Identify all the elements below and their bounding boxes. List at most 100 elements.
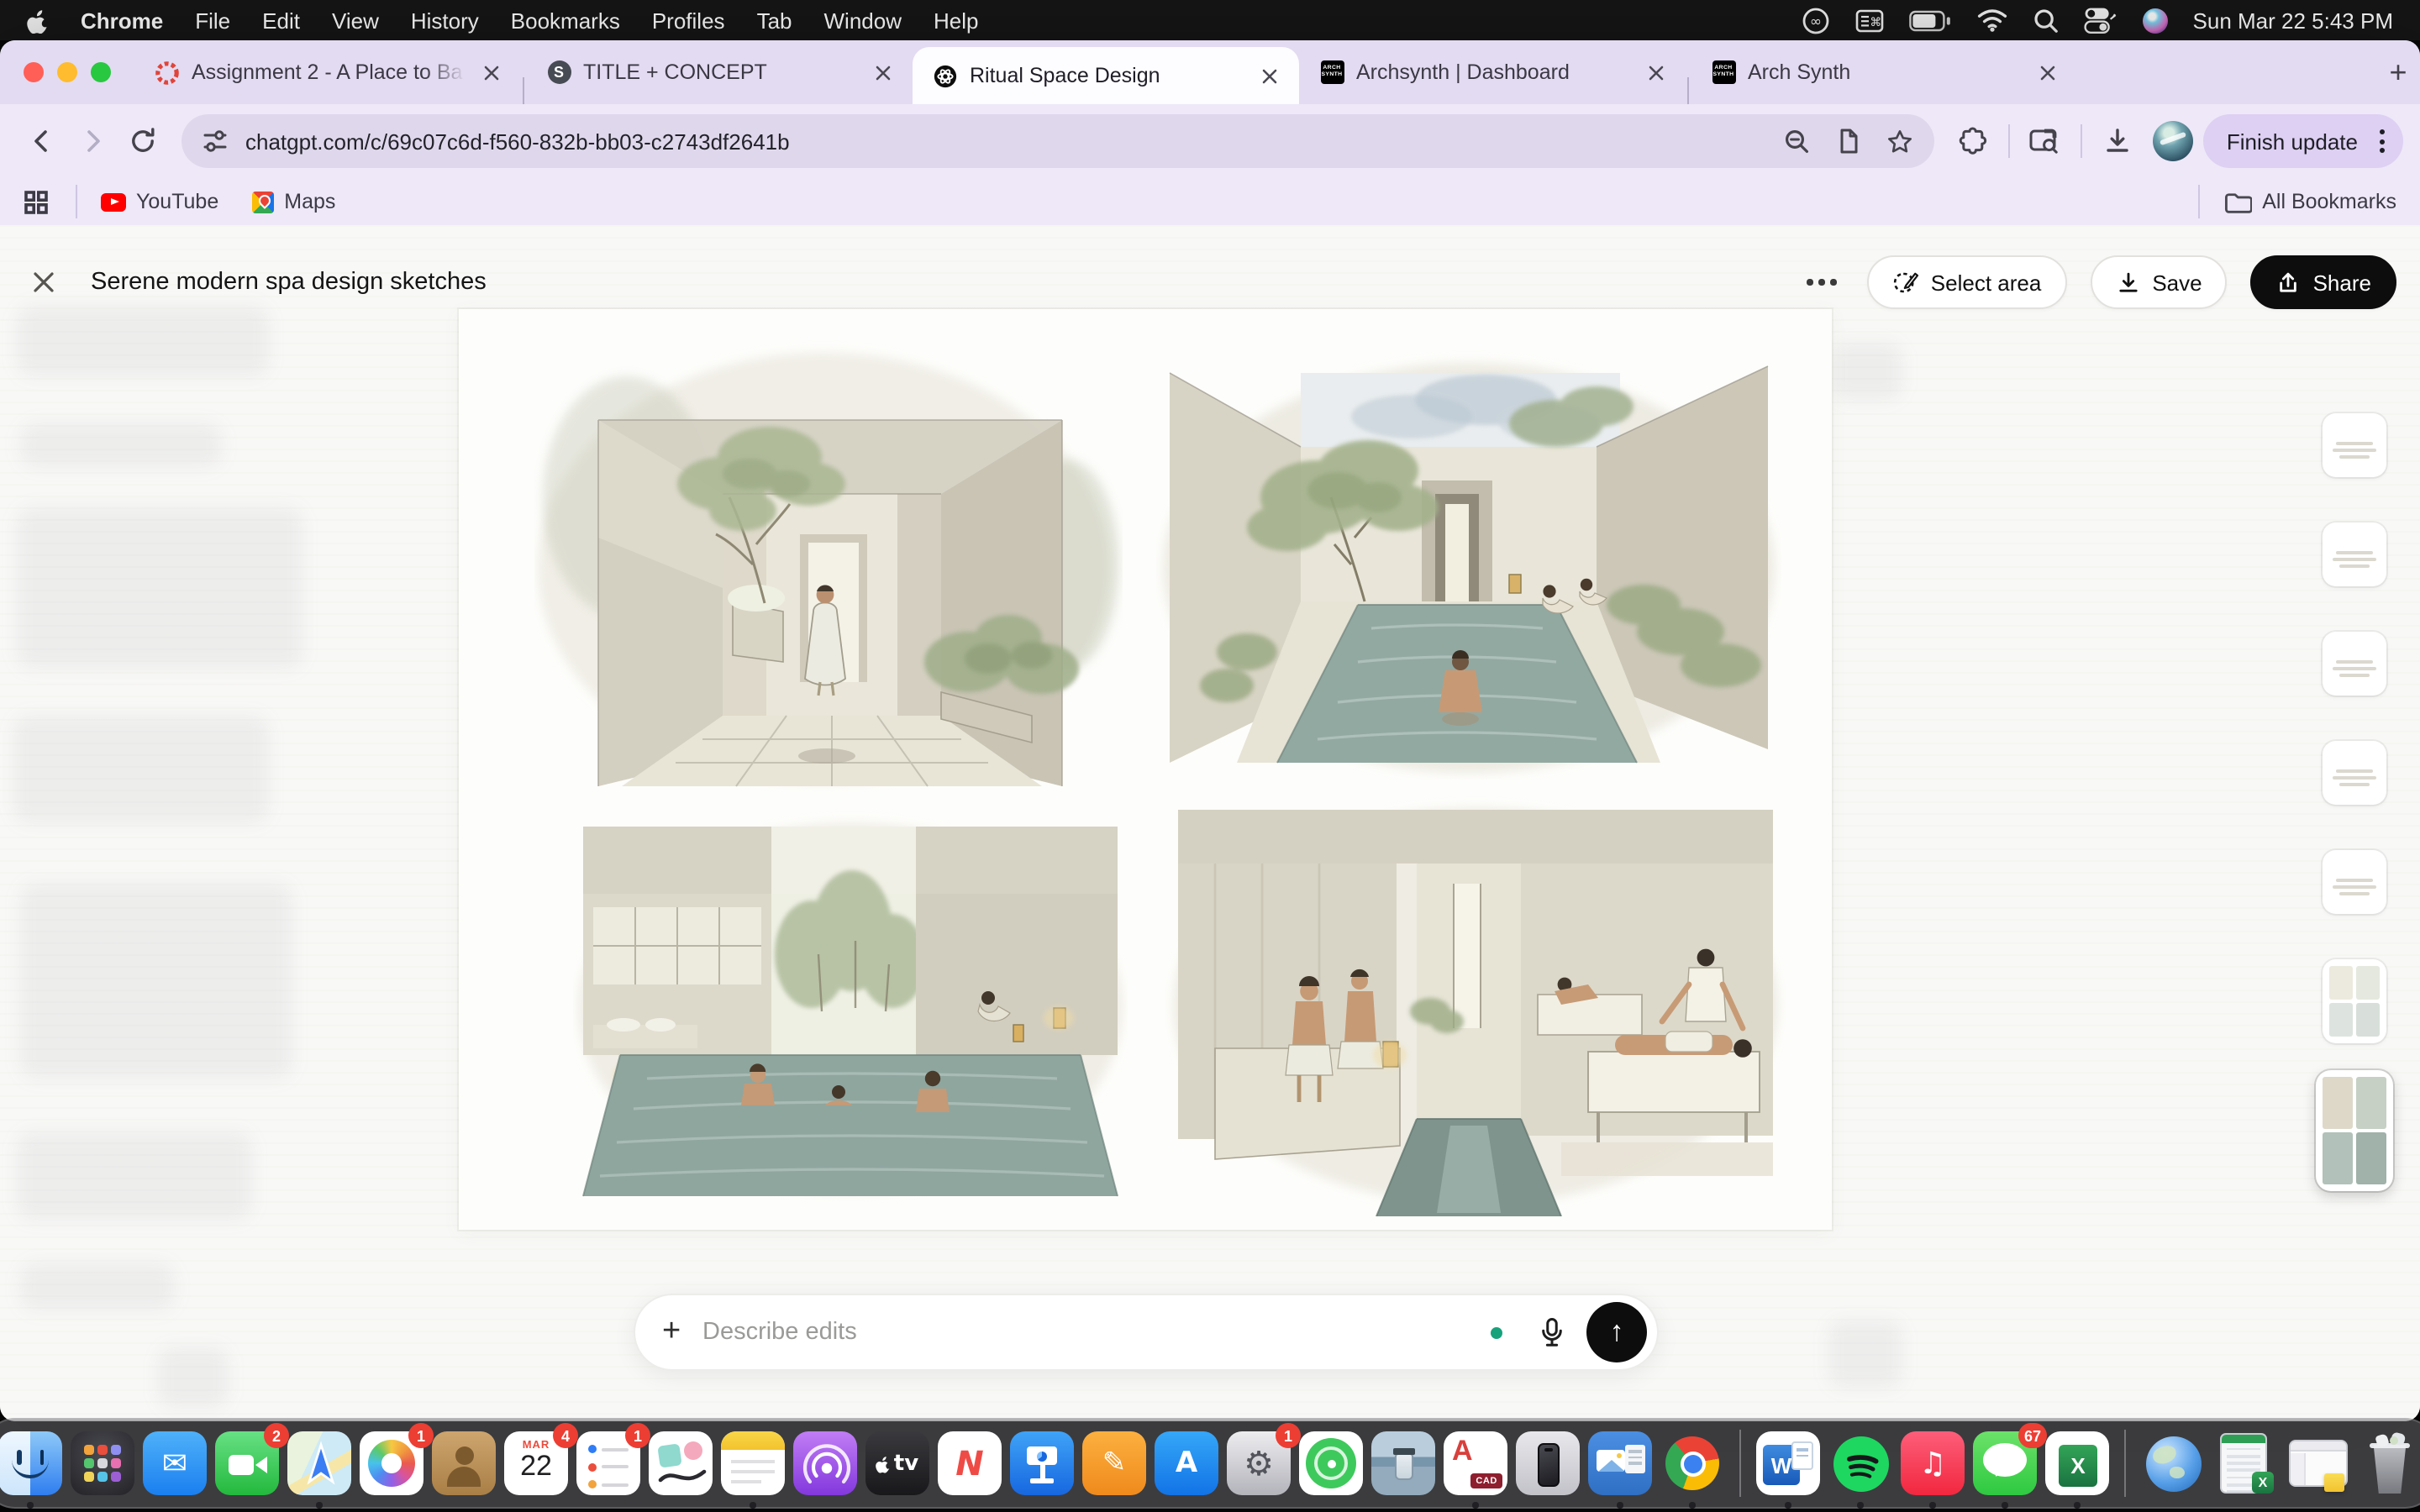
tab-close-icon[interactable]: [1255, 62, 1282, 89]
dock-excel-document-window-icon[interactable]: X: [2212, 1430, 2279, 1497]
add-attachment-icon[interactable]: +: [662, 1314, 699, 1351]
finish-update-button[interactable]: Finish update: [2203, 114, 2403, 168]
select-area-button[interactable]: Select area: [1867, 255, 2067, 309]
reading-mode-icon[interactable]: [1835, 128, 1862, 155]
tab-arch-synth[interactable]: ARCHSYNTHArch Synth: [1691, 40, 2077, 104]
dock-freeform-icon[interactable]: [647, 1430, 714, 1497]
apple-menu-icon[interactable]: [27, 8, 49, 33]
menubar-clock[interactable]: Sun Mar 22 5:43 PM: [2193, 8, 2393, 33]
thumbnail-1[interactable]: [2323, 413, 2386, 477]
dock-photos-icon[interactable]: 1: [358, 1430, 425, 1497]
share-button[interactable]: Share: [2251, 255, 2396, 309]
menu-edit[interactable]: Edit: [262, 8, 300, 33]
zoom-window-button[interactable]: [91, 62, 111, 82]
dock-network-globe-icon[interactable]: [2139, 1430, 2207, 1497]
menu-tab[interactable]: Tab: [757, 8, 792, 33]
reload-button[interactable]: [118, 116, 168, 166]
menu-view[interactable]: View: [332, 8, 379, 33]
dock-podcasts-icon[interactable]: [792, 1430, 859, 1497]
save-button[interactable]: Save: [2090, 255, 2227, 309]
close-icon[interactable]: [24, 262, 64, 302]
browser-menu-kebab-icon[interactable]: [2371, 129, 2393, 153]
tab-close-icon[interactable]: [869, 59, 896, 86]
menu-help[interactable]: Help: [934, 8, 979, 33]
bookmark-star-icon[interactable]: [1886, 127, 1914, 155]
tab-close-icon[interactable]: [477, 59, 504, 86]
menu-bookmarks[interactable]: Bookmarks: [511, 8, 620, 33]
dock-keynote-icon[interactable]: [1008, 1430, 1076, 1497]
battery-icon[interactable]: [1909, 9, 1951, 31]
new-tab-button[interactable]: +: [2376, 50, 2420, 94]
spotlight-icon[interactable]: [2033, 8, 2059, 33]
thumbnail-7[interactable]: [2316, 1070, 2393, 1191]
bookmark-maps[interactable]: Maps: [252, 190, 335, 213]
menu-chrome[interactable]: Chrome: [81, 8, 163, 33]
bookmark-youtube[interactable]: YouTube: [101, 190, 218, 213]
dock-maps-icon[interactable]: [286, 1430, 353, 1497]
dock-app-store-icon[interactable]: A: [1153, 1430, 1220, 1497]
dock-media-preview-icon[interactable]: [1370, 1430, 1437, 1497]
dock-reminders-icon[interactable]: 1: [575, 1430, 642, 1497]
profile-avatar[interactable]: [2153, 121, 2193, 161]
thumbnail-6[interactable]: [2323, 959, 2386, 1043]
forward-button[interactable]: [67, 116, 118, 166]
dock-finder-icon[interactable]: [0, 1430, 64, 1497]
tab-close-icon[interactable]: [2033, 59, 2060, 86]
edit-composer[interactable]: + ↑: [634, 1294, 1659, 1371]
tab-search-icon[interactable]: [2020, 116, 2070, 166]
dock-messages-icon[interactable]: 67: [1971, 1430, 2039, 1497]
siri-icon[interactable]: [2143, 8, 2168, 33]
address-bar[interactable]: chatgpt.com/c/69c07c6d-f560-832b-bb03-c2…: [182, 114, 1934, 168]
dock-image-document-app-icon[interactable]: [1586, 1430, 1654, 1497]
menu-window[interactable]: Window: [824, 8, 902, 33]
dictate-icon[interactable]: [1529, 1316, 1573, 1348]
close-window-button[interactable]: [24, 62, 44, 82]
dock-chrome-icon[interactable]: [1659, 1430, 1726, 1497]
url-text[interactable]: chatgpt.com/c/69c07c6d-f560-832b-bb03-c2…: [245, 129, 1760, 154]
back-button[interactable]: [17, 116, 67, 166]
dock-notes-icon[interactable]: [719, 1430, 786, 1497]
dock-calendar-icon[interactable]: MAR224: [502, 1430, 570, 1497]
more-options-icon[interactable]: [1801, 280, 1844, 286]
dock-news-icon[interactable]: N: [936, 1430, 1003, 1497]
creative-cloud-icon[interactable]: ∞: [1802, 6, 1830, 34]
extensions-icon[interactable]: [1948, 116, 1998, 166]
dock-contacts-icon[interactable]: [430, 1430, 497, 1497]
send-button[interactable]: ↑: [1586, 1302, 1647, 1362]
dock-system-settings-icon[interactable]: ⚙1: [1225, 1430, 1292, 1497]
thumbnail-5[interactable]: [2323, 850, 2386, 914]
dock-facetime-icon[interactable]: 2: [213, 1430, 281, 1497]
tab-assignment-2-a-place-to-ba[interactable]: Assignment 2 - A Place to Ba: [134, 40, 521, 104]
thumbnail-2[interactable]: [2323, 522, 2386, 586]
dock-trash-icon[interactable]: [2356, 1430, 2420, 1497]
describe-edits-input[interactable]: [699, 1317, 1491, 1347]
dock-find-my-icon[interactable]: [1297, 1430, 1365, 1497]
dock-pages-icon[interactable]: ✎: [1081, 1430, 1148, 1497]
minimize-window-button[interactable]: [57, 62, 77, 82]
menu-file[interactable]: File: [195, 8, 230, 33]
dock-finder-window-icon[interactable]: [2284, 1430, 2351, 1497]
dock-iphone-mirroring-icon[interactable]: [1514, 1430, 1581, 1497]
input-source-icon[interactable]: ⌘: [1855, 8, 1884, 33]
dock-excel-icon[interactable]: X: [2044, 1430, 2111, 1497]
apps-grid-icon[interactable]: [24, 189, 49, 214]
tab-title-concept[interactable]: STITLE + CONCEPT: [526, 40, 913, 104]
thumbnail-4[interactable]: [2323, 741, 2386, 805]
dock-word-icon[interactable]: W: [1754, 1430, 1822, 1497]
tab-close-icon[interactable]: [1642, 59, 1669, 86]
menu-profiles[interactable]: Profiles: [652, 8, 725, 33]
tab-archsynth-dashboard[interactable]: ARCHSYNTHArchsynth | Dashboard: [1299, 40, 1686, 104]
menu-history[interactable]: History: [411, 8, 479, 33]
control-center-icon[interactable]: [2084, 7, 2118, 34]
all-bookmarks-button[interactable]: All Bookmarks: [2223, 189, 2396, 214]
dock-music-icon[interactable]: ♫: [1899, 1430, 1966, 1497]
dock-spotify-icon[interactable]: [1827, 1430, 1894, 1497]
thumbnail-3[interactable]: [2323, 632, 2386, 696]
wifi-icon[interactable]: [1976, 8, 2008, 32]
site-settings-icon[interactable]: [202, 128, 229, 155]
dock-autocad-icon[interactable]: ACAD: [1442, 1430, 1509, 1497]
tab-ritual-space-design[interactable]: Ritual Space Design: [913, 47, 1299, 104]
downloads-icon[interactable]: [2092, 116, 2143, 166]
dock-launchpad-icon[interactable]: [69, 1430, 136, 1497]
zoom-page-icon[interactable]: [1783, 127, 1812, 155]
